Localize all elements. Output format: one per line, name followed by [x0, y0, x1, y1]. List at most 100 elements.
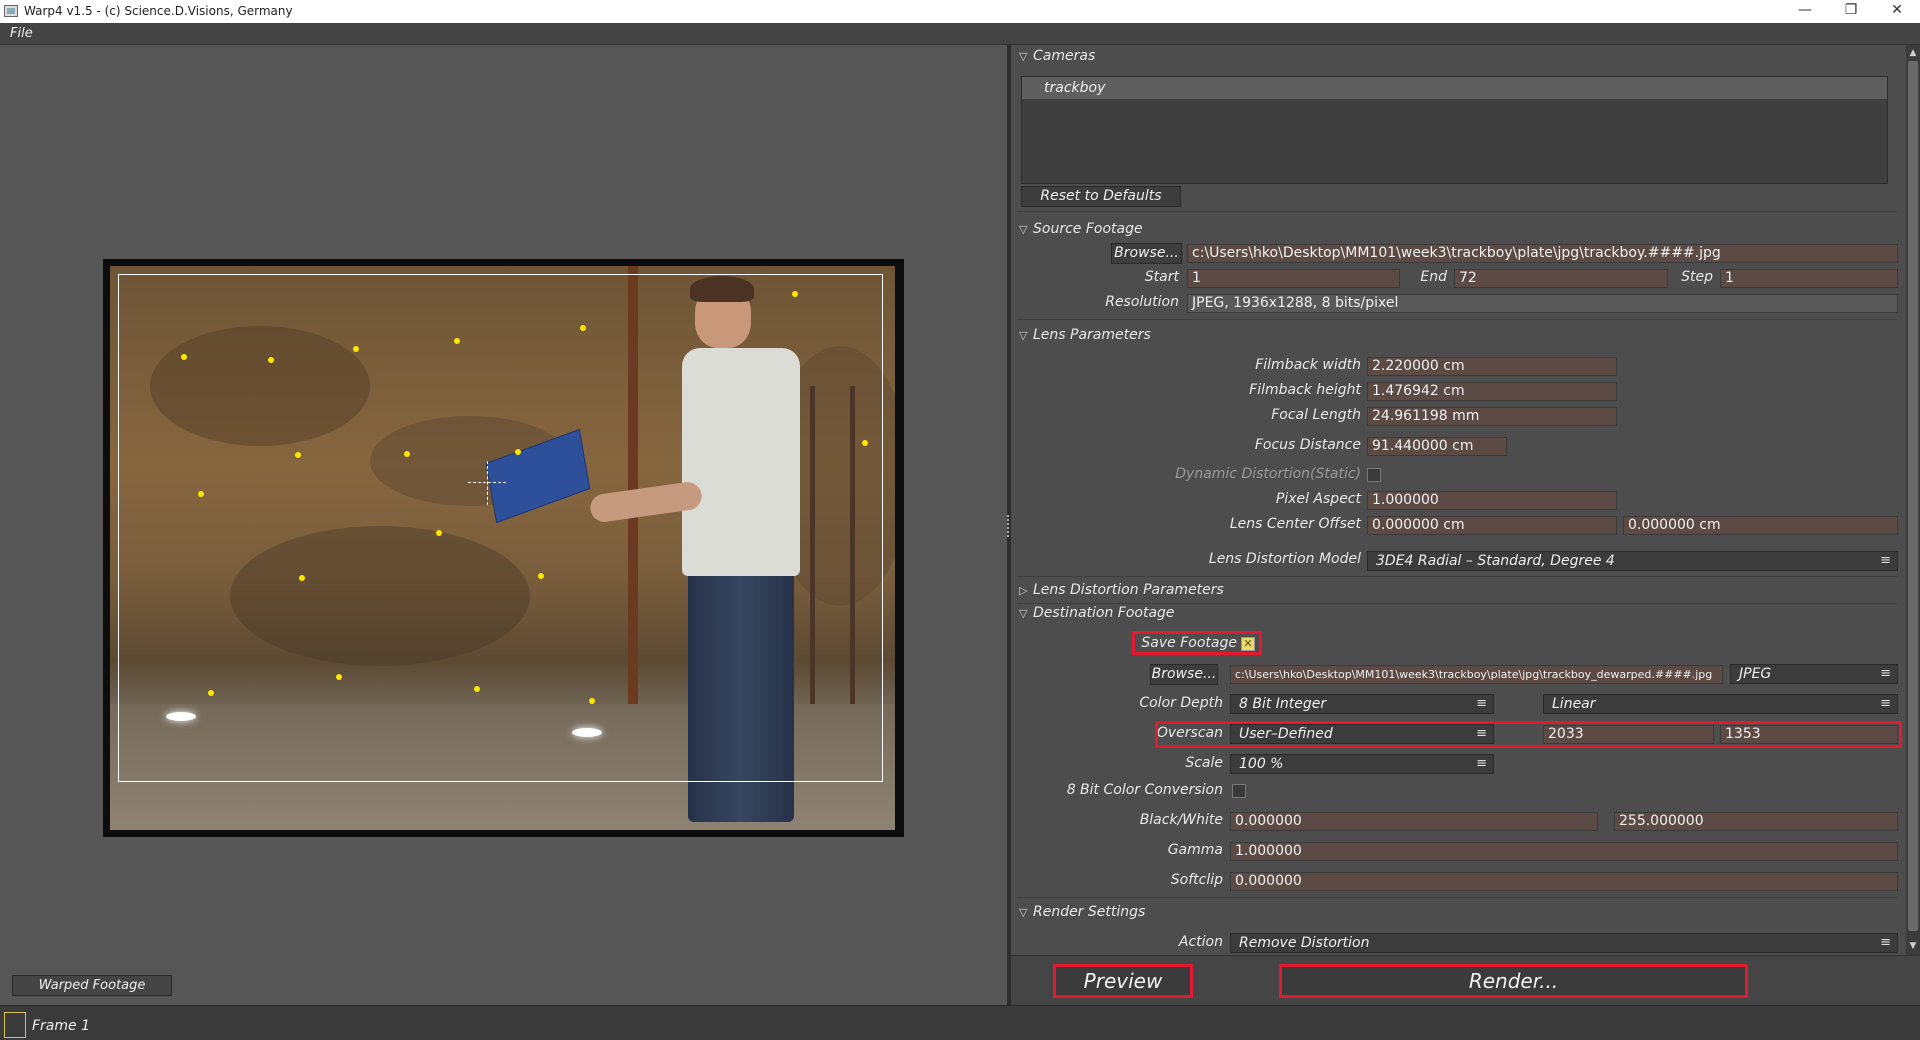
- parameter-panel: ▽ Cameras trackboy Reset to Defaults ▽ Sou…: [1011, 45, 1906, 955]
- destination-path-field[interactable]: c:\Users\hko\Desktop\MM101\week3\trackbo…: [1230, 665, 1723, 684]
- menu-icon: ≡: [1880, 666, 1891, 681]
- image-viewer[interactable]: Warped Footage: [0, 45, 1007, 1005]
- resolution-field: JPEG, 1936x1288, 8 bits/pixel: [1187, 294, 1898, 313]
- pixel-aspect-field[interactable]: 1.000000: [1367, 491, 1617, 510]
- step-label: Step: [1681, 269, 1713, 285]
- overscan-dropdown[interactable]: User–Defined ≡: [1230, 724, 1494, 744]
- divider: [1017, 603, 1897, 604]
- color-conversion-label: 8 Bit Color Conversion: [1066, 782, 1223, 798]
- lens-distortion-model-dropdown[interactable]: 3DE4 Radial – Standard, Degree 4 ≡: [1367, 551, 1898, 571]
- menu-icon: ≡: [1880, 553, 1891, 568]
- overscan-rectangle: [118, 274, 883, 782]
- frame-indicator: [4, 1012, 26, 1038]
- format-dropdown[interactable]: JPEG ≡: [1730, 664, 1898, 684]
- close-button[interactable]: ✕: [1874, 0, 1920, 23]
- color-depth-dropdown[interactable]: 8 Bit Integer ≡: [1230, 694, 1494, 714]
- focus-distance-field[interactable]: 91.440000 cm: [1367, 437, 1507, 456]
- action-label: Action: [1178, 934, 1223, 950]
- section-source-footage[interactable]: ▽ Source Footage: [1019, 221, 1143, 237]
- minimize-button[interactable]: —: [1782, 0, 1828, 23]
- filmback-width-label: Filmback width: [1255, 357, 1361, 373]
- black-field[interactable]: 0.000000: [1230, 812, 1598, 831]
- black-white-label: Black/White: [1139, 812, 1223, 828]
- dynamic-distortion-label: Dynamic Distortion(Static): [1175, 466, 1361, 482]
- white-field[interactable]: 255.000000: [1614, 812, 1898, 831]
- scrollbar-thumb[interactable]: [1908, 61, 1918, 931]
- end-field[interactable]: 72: [1454, 269, 1668, 288]
- dynamic-distortion-checkbox[interactable]: [1367, 468, 1381, 482]
- menu-icon: ≡: [1476, 726, 1487, 741]
- footage-image: [110, 266, 895, 830]
- start-field[interactable]: 1: [1187, 269, 1400, 288]
- menu-icon: ≡: [1476, 756, 1487, 771]
- lens-center-offset-x-field[interactable]: 0.000000 cm: [1367, 516, 1617, 535]
- pixel-aspect-label: Pixel Aspect: [1275, 491, 1361, 507]
- section-lens-parameters[interactable]: ▽ Lens Parameters: [1019, 327, 1151, 343]
- lens-center-crosshair: [487, 461, 488, 505]
- source-browse-button[interactable]: Browse...: [1111, 243, 1182, 264]
- focal-length-label: Focal Length: [1271, 407, 1361, 423]
- save-footage-label: Save Footage: [1141, 635, 1237, 651]
- resolution-label: Resolution: [1105, 294, 1179, 310]
- app-icon: [4, 5, 18, 17]
- menu-icon: ≡: [1880, 696, 1891, 711]
- source-path-field[interactable]: c:\Users\hko\Desktop\MM101\week3\trackbo…: [1187, 244, 1898, 263]
- color-depth-label: Color Depth: [1139, 695, 1223, 711]
- action-bar: Preview Render...: [1011, 955, 1920, 1005]
- preview-button[interactable]: Preview: [1053, 964, 1193, 998]
- start-label: Start: [1144, 269, 1179, 285]
- filmback-height-field[interactable]: 1.476942 cm: [1367, 382, 1617, 401]
- expanded-icon: ▽: [1019, 906, 1028, 919]
- panel-scrollbar[interactable]: ▲ ▼: [1906, 45, 1920, 955]
- color-conversion-checkbox[interactable]: [1232, 784, 1246, 798]
- step-field[interactable]: 1: [1720, 269, 1898, 288]
- menu-icon: ≡: [1880, 935, 1891, 950]
- camera-list[interactable]: trackboy: [1021, 76, 1888, 184]
- footage-frame: [103, 259, 904, 837]
- lens-distortion-model-label: Lens Distortion Model: [1208, 551, 1361, 567]
- menu-bar: File: [0, 23, 1920, 45]
- action-dropdown[interactable]: Remove Distortion ≡: [1230, 933, 1898, 953]
- reset-defaults-button[interactable]: Reset to Defaults: [1021, 186, 1181, 207]
- section-lens-distortion-parameters[interactable]: ▷ Lens Distortion Parameters: [1019, 582, 1224, 598]
- warped-footage-toggle[interactable]: Warped Footage: [12, 975, 172, 996]
- section-render-settings[interactable]: ▽ Render Settings: [1019, 904, 1145, 920]
- gamma-field[interactable]: 1.000000: [1230, 842, 1898, 861]
- section-cameras[interactable]: ▽ Cameras: [1019, 48, 1095, 64]
- lens-center-offset-label: Lens Center Offset: [1229, 516, 1361, 532]
- save-footage-checkbox[interactable]: ✕: [1241, 637, 1255, 651]
- filmback-width-field[interactable]: 2.220000 cm: [1367, 357, 1617, 376]
- destination-browse-button[interactable]: Browse...: [1150, 664, 1218, 685]
- scale-label: Scale: [1185, 755, 1223, 771]
- camera-list-item[interactable]: trackboy: [1022, 77, 1887, 99]
- expanded-icon: ▽: [1019, 329, 1028, 342]
- focus-distance-label: Focus Distance: [1254, 437, 1361, 453]
- filmback-height-label: Filmback height: [1249, 382, 1361, 398]
- overscan-width-field[interactable]: 2033: [1543, 725, 1714, 744]
- softclip-field[interactable]: 0.000000: [1230, 872, 1898, 891]
- frame-label: Frame 1: [32, 1018, 90, 1034]
- menu-icon: ≡: [1476, 696, 1487, 711]
- menu-file[interactable]: File: [10, 26, 33, 41]
- restore-button[interactable]: ❐: [1828, 0, 1874, 23]
- expanded-icon: ▽: [1019, 223, 1028, 236]
- softclip-label: Softclip: [1170, 872, 1223, 888]
- section-destination-footage[interactable]: ▽ Destination Footage: [1019, 605, 1175, 621]
- collapsed-icon: ▷: [1019, 584, 1028, 597]
- color-space-dropdown[interactable]: Linear ≡: [1543, 694, 1898, 714]
- scroll-up-icon[interactable]: ▲: [1908, 48, 1918, 58]
- end-label: End: [1420, 269, 1447, 285]
- render-button[interactable]: Render...: [1279, 964, 1748, 998]
- scroll-down-icon[interactable]: ▼: [1908, 941, 1918, 951]
- overscan-height-field[interactable]: 1353: [1720, 725, 1898, 744]
- window-title: Warp4 v1.5 - (c) Science.D.Visions, Germ…: [24, 4, 293, 18]
- divider: [1017, 897, 1897, 898]
- scale-dropdown[interactable]: 100 % ≡: [1230, 754, 1494, 774]
- expanded-icon: ▽: [1019, 607, 1028, 620]
- expanded-icon: ▽: [1019, 50, 1028, 63]
- window-title-bar: Warp4 v1.5 - (c) Science.D.Visions, Germ…: [0, 0, 1920, 23]
- overscan-label: Overscan: [1156, 725, 1223, 741]
- focal-length-field[interactable]: 24.961198 mm: [1367, 407, 1617, 426]
- lens-center-offset-y-field[interactable]: 0.000000 cm: [1623, 516, 1898, 535]
- divider: [1017, 319, 1897, 320]
